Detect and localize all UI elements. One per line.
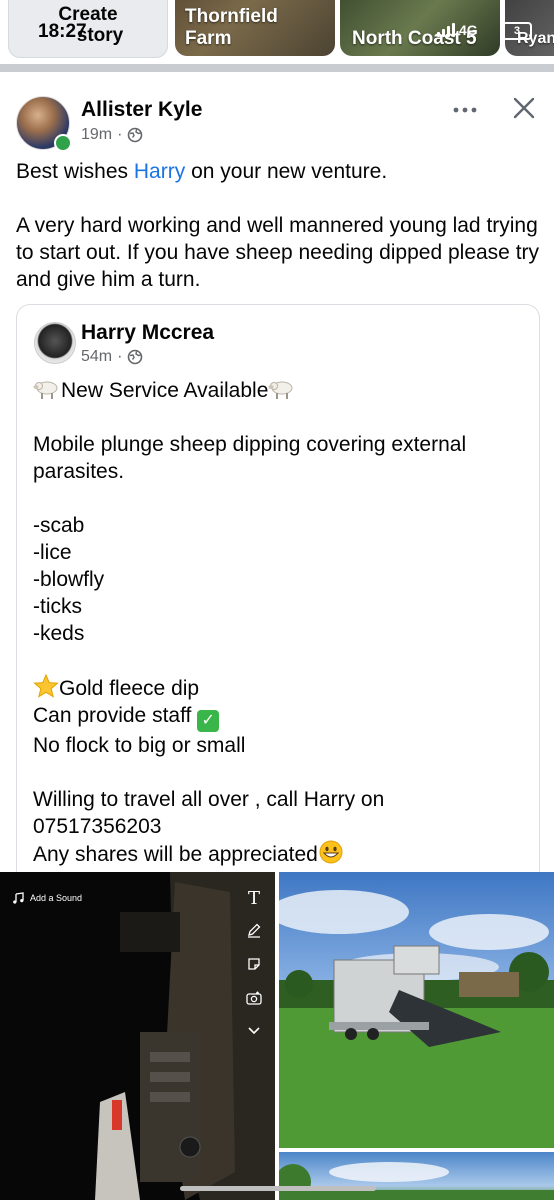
close-icon	[513, 97, 535, 119]
sticker-icon	[241, 956, 267, 990]
story-label-thornfield-2: Farm	[185, 28, 232, 49]
globe-icon	[128, 127, 143, 143]
flock-line: No flock to big or small	[33, 734, 246, 757]
mention-link[interactable]: Harry	[134, 160, 185, 183]
parasite-lice: -lice	[33, 541, 72, 564]
sheep-icon	[268, 381, 293, 399]
gold-fleece-text: Gold fleece dip	[59, 677, 200, 700]
feed-divider	[0, 64, 554, 72]
parasite-keds: -keds	[33, 622, 85, 645]
service-line: New Service Available	[33, 377, 523, 404]
status-signal: 4G	[437, 22, 478, 38]
globe-icon	[128, 349, 143, 365]
create-story-label: Create	[58, 4, 118, 25]
photo-field-second[interactable]	[279, 1152, 554, 1200]
travel-line: Willing to travel all over , call Harry …	[33, 788, 385, 811]
close-post-button[interactable]	[510, 94, 538, 122]
post-text-start: Best wishes	[16, 160, 134, 183]
more-options-button[interactable]	[452, 94, 478, 120]
shared-post-time[interactable]: 54m	[81, 348, 112, 366]
shared-post-body: New Service Available Mobile plunge shee…	[33, 377, 523, 868]
story-label-thornfield: Thornfield	[185, 6, 278, 27]
add-sound-button[interactable]: Add a Sound	[12, 892, 82, 904]
pencil-icon	[241, 922, 267, 956]
stories-strip: Create story 18:27 Thornfield Farm North…	[0, 0, 554, 64]
post-meta: 19m ·	[81, 126, 143, 144]
text-tool-icon: T	[247, 888, 260, 909]
shared-post-meta: 54m ·	[81, 348, 143, 366]
chevron-down-icon	[241, 1024, 267, 1058]
shared-post-author[interactable]: Harry Mccrea	[81, 321, 214, 345]
star-icon	[33, 674, 59, 698]
parasite-ticks: -ticks	[33, 595, 82, 618]
music-note-icon	[13, 892, 24, 904]
camera-icon	[241, 990, 267, 1024]
gold-fleece-line: Gold fleece dip	[33, 674, 523, 702]
shared-post-card[interactable]: Harry Mccrea 54m · New Service Available…	[16, 304, 540, 905]
status-time: 18:27	[38, 21, 87, 42]
post-header: Allister Kyle 19m ·	[0, 72, 554, 152]
post-author[interactable]: Allister Kyle	[81, 98, 202, 122]
home-indicator[interactable]	[180, 1186, 376, 1191]
post-line-1: Best wishes Harry on your new venture.	[16, 158, 541, 185]
more-horizontal-icon	[453, 107, 477, 113]
photo-dipping-trailer[interactable]	[279, 872, 554, 1148]
service-text: New Service Available	[61, 379, 269, 402]
field-second-art	[279, 1162, 554, 1200]
parasite-scab: -scab	[33, 514, 85, 537]
signal-bars-icon	[437, 23, 455, 37]
sheep-icon	[33, 381, 58, 399]
parasite-blowfly: -blowfly	[33, 568, 105, 591]
field-scene-art	[279, 890, 554, 1148]
staff-line: Can provide staff ✓	[33, 702, 523, 732]
online-status-icon	[54, 134, 72, 152]
add-sound-label: Add a Sound	[30, 893, 83, 903]
shared-author-avatar[interactable]	[34, 322, 76, 364]
post-paragraph-2: A very hard working and well mannered yo…	[16, 214, 540, 291]
battery-icon: 3	[502, 22, 532, 40]
night-scene-art	[0, 872, 275, 1200]
staff-text: Can provide staff	[33, 704, 192, 727]
snap-tools: T	[241, 888, 267, 1058]
shares-line: Any shares will be appreciated	[33, 840, 523, 868]
post-body: Best wishes Harry on your new venture. A…	[16, 158, 541, 293]
shares-text: Any shares will be appreciated	[33, 843, 318, 866]
photo-night-trailer[interactable]: Add a Sound T	[0, 872, 275, 1200]
check-mark-icon: ✓	[197, 710, 220, 732]
phone-number[interactable]: 07517356203	[33, 813, 523, 840]
post-text-end: on your new venture.	[185, 160, 388, 183]
story-card-thornfield[interactable]: Thornfield Farm	[175, 0, 335, 56]
meta-separator: ·	[117, 348, 123, 365]
network-type: 4G	[459, 22, 478, 38]
description-line: Mobile plunge sheep dipping covering ext…	[33, 433, 467, 483]
grinning-face-icon	[319, 840, 343, 864]
create-story-card[interactable]: Create story	[8, 0, 168, 58]
post-time[interactable]: 19m	[81, 126, 112, 144]
meta-separator: ·	[117, 126, 123, 143]
